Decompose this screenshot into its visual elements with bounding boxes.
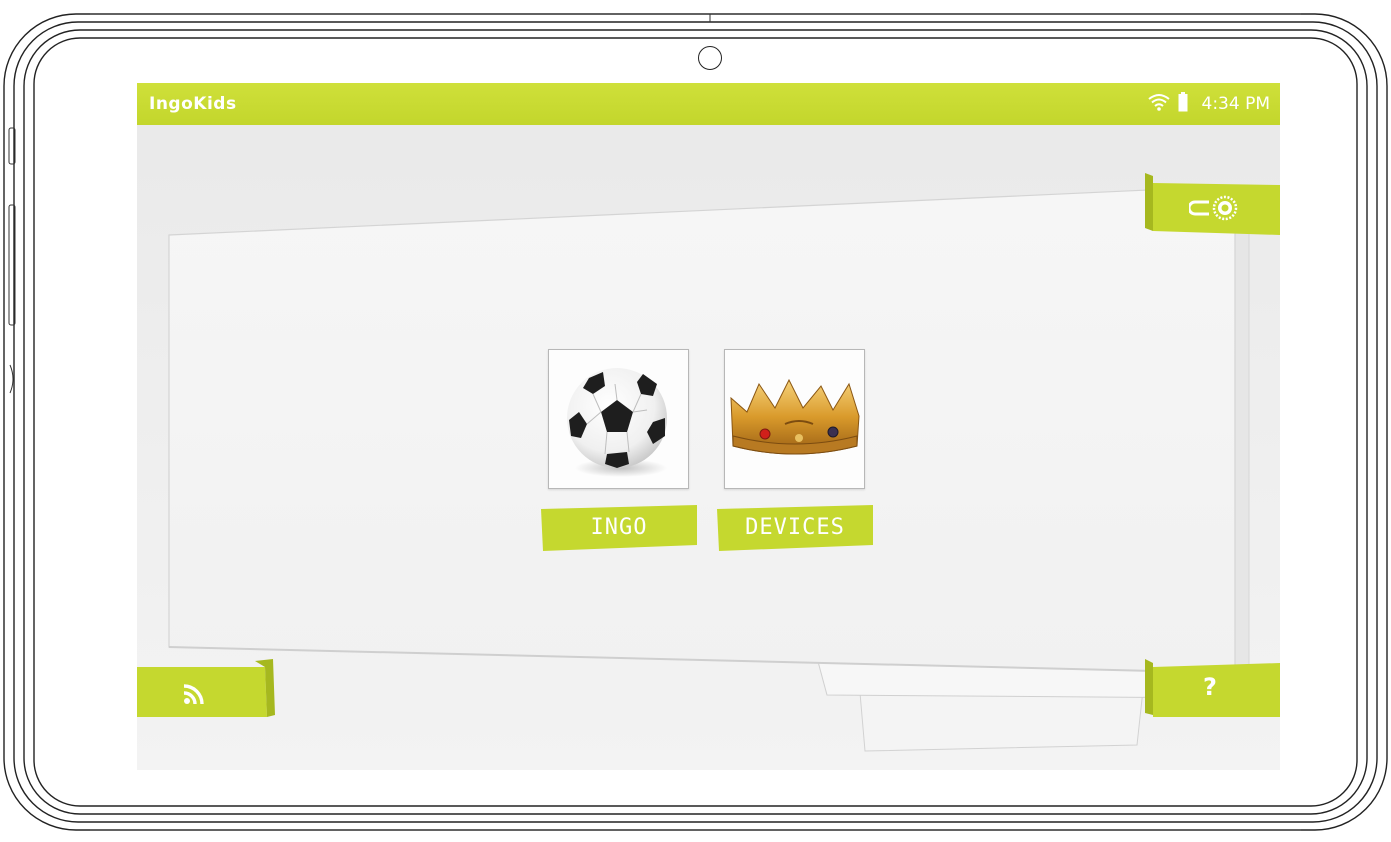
app-title: IngoKids <box>149 94 237 114</box>
crown-icon <box>730 378 860 455</box>
battery-icon <box>1178 92 1188 116</box>
front-camera <box>698 46 722 70</box>
soccer-ball-icon <box>567 368 667 477</box>
wifi-icon <box>1147 93 1170 115</box>
ingo-label-button[interactable]: INGO <box>539 503 699 551</box>
status-indicators: 4:34 PM <box>1147 92 1271 116</box>
status-bar: IngoKids 4:34 PM <box>137 83 1280 125</box>
devices-label: DEVICES <box>745 514 845 540</box>
key-settings-button[interactable] <box>1145 173 1280 235</box>
ingo-label: INGO <box>590 514 648 540</box>
tile-ingo[interactable] <box>548 349 689 489</box>
clock: 4:34 PM <box>1201 94 1271 114</box>
help-button[interactable]: ? <box>1145 659 1280 721</box>
device-screen: IngoKids 4:34 PM INGO DEVICES ? <box>137 83 1280 770</box>
rss-feed-button[interactable] <box>137 659 277 719</box>
tile-devices[interactable] <box>724 349 865 489</box>
devices-label-button[interactable]: DEVICES <box>715 503 875 551</box>
paper-background <box>168 185 1250 752</box>
help-label: ? <box>1203 673 1217 701</box>
